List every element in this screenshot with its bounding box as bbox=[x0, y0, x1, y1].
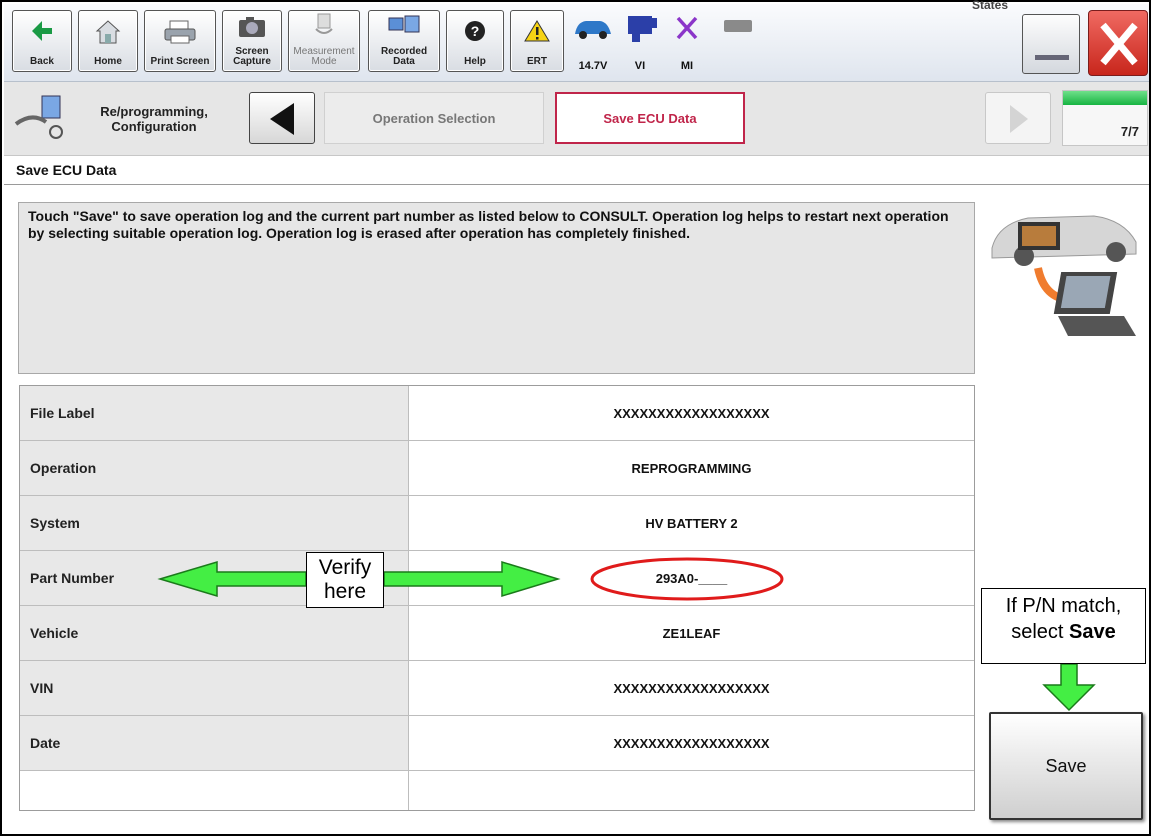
verify-line-2: here bbox=[323, 580, 367, 603]
ert-button[interactable]: ERT bbox=[510, 10, 564, 72]
app-window: States Back Home Print Screen Screen Cap… bbox=[0, 0, 1151, 836]
table-row-empty bbox=[20, 771, 974, 810]
help-icon: ? bbox=[465, 21, 485, 41]
close-button[interactable] bbox=[1088, 10, 1148, 76]
row-value: XXXXXXXXXXXXXXXXXX bbox=[409, 661, 974, 715]
screen-capture-button[interactable]: Screen Capture bbox=[222, 10, 282, 72]
print-screen-button[interactable]: Print Screen bbox=[144, 10, 216, 72]
nav-back-button[interactable] bbox=[249, 92, 315, 144]
green-arrow-down bbox=[1042, 663, 1096, 712]
vehicle-icon bbox=[575, 21, 611, 39]
printer-icon bbox=[164, 20, 196, 44]
help-button[interactable]: ? Help bbox=[446, 10, 504, 72]
back-arrow-icon bbox=[32, 21, 52, 41]
table-row: Part Number 293A0-____ bbox=[20, 551, 974, 606]
camera-icon bbox=[239, 17, 265, 37]
recorded-data-icon bbox=[388, 15, 420, 33]
mi-disconnected-icon bbox=[676, 16, 698, 40]
table-row: VIN XXXXXXXXXXXXXXXXXX bbox=[20, 661, 974, 716]
measurement-icon bbox=[315, 13, 333, 34]
step-progress: 7/7 bbox=[1062, 90, 1148, 146]
divider bbox=[4, 184, 1149, 185]
device-status-icon bbox=[724, 20, 752, 32]
pn-match-line-2: select Save bbox=[1011, 621, 1116, 643]
nav-next-button[interactable] bbox=[985, 92, 1051, 144]
nav-title: Re/programming, Configuration bbox=[100, 104, 208, 134]
row-value-empty bbox=[409, 771, 974, 810]
svg-text:?: ? bbox=[471, 23, 480, 39]
warning-icon bbox=[524, 20, 550, 42]
row-label: Operation bbox=[20, 441, 409, 495]
breadcrumb-save-ecu-data[interactable]: Save ECU Data bbox=[555, 92, 745, 144]
minimize-icon bbox=[1035, 55, 1069, 60]
device-status bbox=[716, 14, 762, 72]
table-row: Date XXXXXXXXXXXXXXXXXX bbox=[20, 716, 974, 771]
verify-callout: Verify here bbox=[306, 552, 384, 608]
pn-match-line-1: If P/N match, bbox=[1005, 595, 1122, 617]
row-value: HV BATTERY 2 bbox=[409, 496, 974, 550]
verify-line-1: Verify bbox=[318, 556, 372, 579]
instruction-text: Touch "Save" to save operation log and t… bbox=[28, 208, 949, 241]
close-icon bbox=[1100, 22, 1138, 66]
battery-voltage-status: 14.7V bbox=[570, 14, 616, 72]
minimize-button[interactable] bbox=[1022, 14, 1080, 74]
breadcrumb-operation-selection[interactable]: Operation Selection bbox=[324, 92, 544, 144]
row-value: ZE1LEAF bbox=[409, 606, 974, 660]
reprogramming-icon bbox=[14, 95, 63, 139]
row-label: System bbox=[20, 496, 409, 550]
pn-match-callout: If P/N match, select Save bbox=[981, 588, 1146, 664]
row-label: Vehicle bbox=[20, 606, 409, 660]
table-row: System HV BATTERY 2 bbox=[20, 496, 974, 551]
measurement-mode-button[interactable]: Measurement Mode bbox=[288, 10, 360, 72]
states-header: States bbox=[972, 0, 1009, 12]
row-label: Date bbox=[20, 716, 409, 770]
vi-icon bbox=[628, 16, 657, 42]
table-row: File Label XXXXXXXXXXXXXXXXXX bbox=[20, 386, 974, 441]
ecu-data-table: File Label XXXXXXXXXXXXXXXXXX Operation … bbox=[19, 385, 975, 811]
save-emphasis: Save bbox=[1069, 621, 1116, 643]
recorded-data-button[interactable]: Recorded Data bbox=[368, 10, 440, 72]
progress-text: 7/7 bbox=[1120, 124, 1139, 139]
row-label: VIN bbox=[20, 661, 409, 715]
progress-bar bbox=[1063, 91, 1147, 105]
row-value: XXXXXXXXXXXXXXXXXX bbox=[409, 386, 974, 440]
home-button[interactable]: Home bbox=[78, 10, 138, 72]
mi-status: MI bbox=[664, 14, 710, 72]
table-row: Vehicle ZE1LEAF bbox=[20, 606, 974, 661]
page-title: Save ECU Data bbox=[16, 162, 117, 178]
vi-status: VI bbox=[617, 14, 663, 72]
row-label: File Label bbox=[20, 386, 409, 440]
table-row: Operation REPROGRAMMING bbox=[20, 441, 974, 496]
row-value: 293A0-____ bbox=[409, 551, 974, 605]
instruction-message: Touch "Save" to save operation log and t… bbox=[18, 202, 975, 374]
toolbar: States Back Home Print Screen Screen Cap… bbox=[4, 0, 1149, 82]
row-value: REPROGRAMMING bbox=[409, 441, 974, 495]
row-value: XXXXXXXXXXXXXXXXXX bbox=[409, 716, 974, 770]
triangle-left-icon bbox=[270, 103, 294, 135]
triangle-right-icon bbox=[1010, 105, 1028, 133]
car-to-laptop-illustration bbox=[991, 215, 1137, 336]
save-button[interactable]: Save bbox=[989, 712, 1143, 820]
back-button[interactable]: Back bbox=[12, 10, 72, 72]
home-icon bbox=[95, 20, 121, 44]
row-label-empty bbox=[20, 771, 409, 810]
navigation-bar: Re/programming, Configuration Operation … bbox=[4, 82, 1149, 156]
